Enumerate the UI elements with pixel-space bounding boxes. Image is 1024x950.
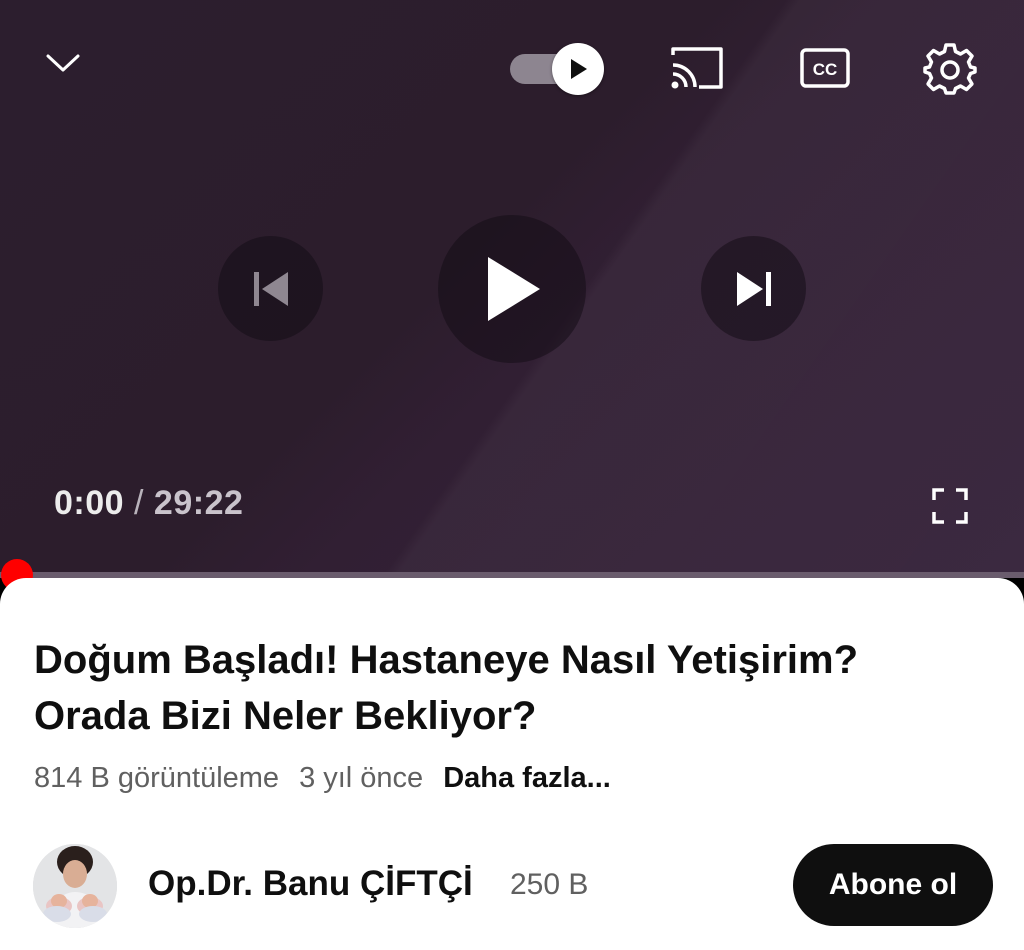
captions-button[interactable]: CC — [796, 42, 854, 94]
closed-captions-icon: CC — [800, 48, 850, 88]
video-title: Doğum Başladı! Hastaneye Nasıl Yetişirim… — [34, 638, 859, 738]
cast-icon — [671, 47, 723, 89]
play-button[interactable] — [438, 215, 586, 363]
video-meta[interactable]: 814 B görüntüleme 3 yıl önce Daha fazla... — [34, 762, 611, 795]
channel-avatar[interactable] — [33, 844, 117, 928]
autoplay-knob — [552, 43, 604, 95]
time-display: 0:00 / 29:22 — [54, 484, 243, 523]
autoplay-play-icon — [571, 59, 587, 79]
play-icon — [488, 257, 540, 321]
svg-text:CC: CC — [813, 60, 838, 79]
subscribe-button[interactable]: Abone ol — [793, 844, 993, 926]
channel-name[interactable]: Op.Dr. Banu ÇİFTÇİ — [148, 864, 473, 904]
autoplay-toggle[interactable] — [508, 40, 608, 96]
time-separator: / — [134, 484, 144, 522]
skip-next-icon — [736, 271, 771, 306]
settings-button[interactable] — [918, 38, 982, 98]
upload-age: 3 yıl önce — [299, 762, 424, 794]
show-more-link[interactable]: Daha fazla... — [443, 762, 611, 794]
video-player[interactable]: CC 0:00 / 29:22 — [0, 0, 1024, 578]
next-button[interactable] — [701, 236, 806, 341]
subscriber-count: 250 B — [510, 868, 589, 901]
duration: 29:22 — [153, 484, 244, 522]
skip-previous-icon — [253, 271, 288, 306]
view-count: 814 B görüntüleme — [34, 762, 280, 794]
fullscreen-icon — [932, 488, 968, 524]
collapse-button[interactable] — [38, 38, 88, 88]
channel-row: Op.Dr. Banu ÇİFTÇİ 250 B Abone ol — [0, 840, 1024, 930]
chevron-down-icon — [46, 54, 80, 72]
current-time: 0:00 — [54, 484, 125, 522]
avatar-photo — [33, 844, 117, 928]
gear-icon — [923, 43, 977, 95]
cast-button[interactable] — [664, 40, 730, 96]
previous-button[interactable] — [218, 236, 323, 341]
fullscreen-button[interactable] — [924, 482, 976, 530]
